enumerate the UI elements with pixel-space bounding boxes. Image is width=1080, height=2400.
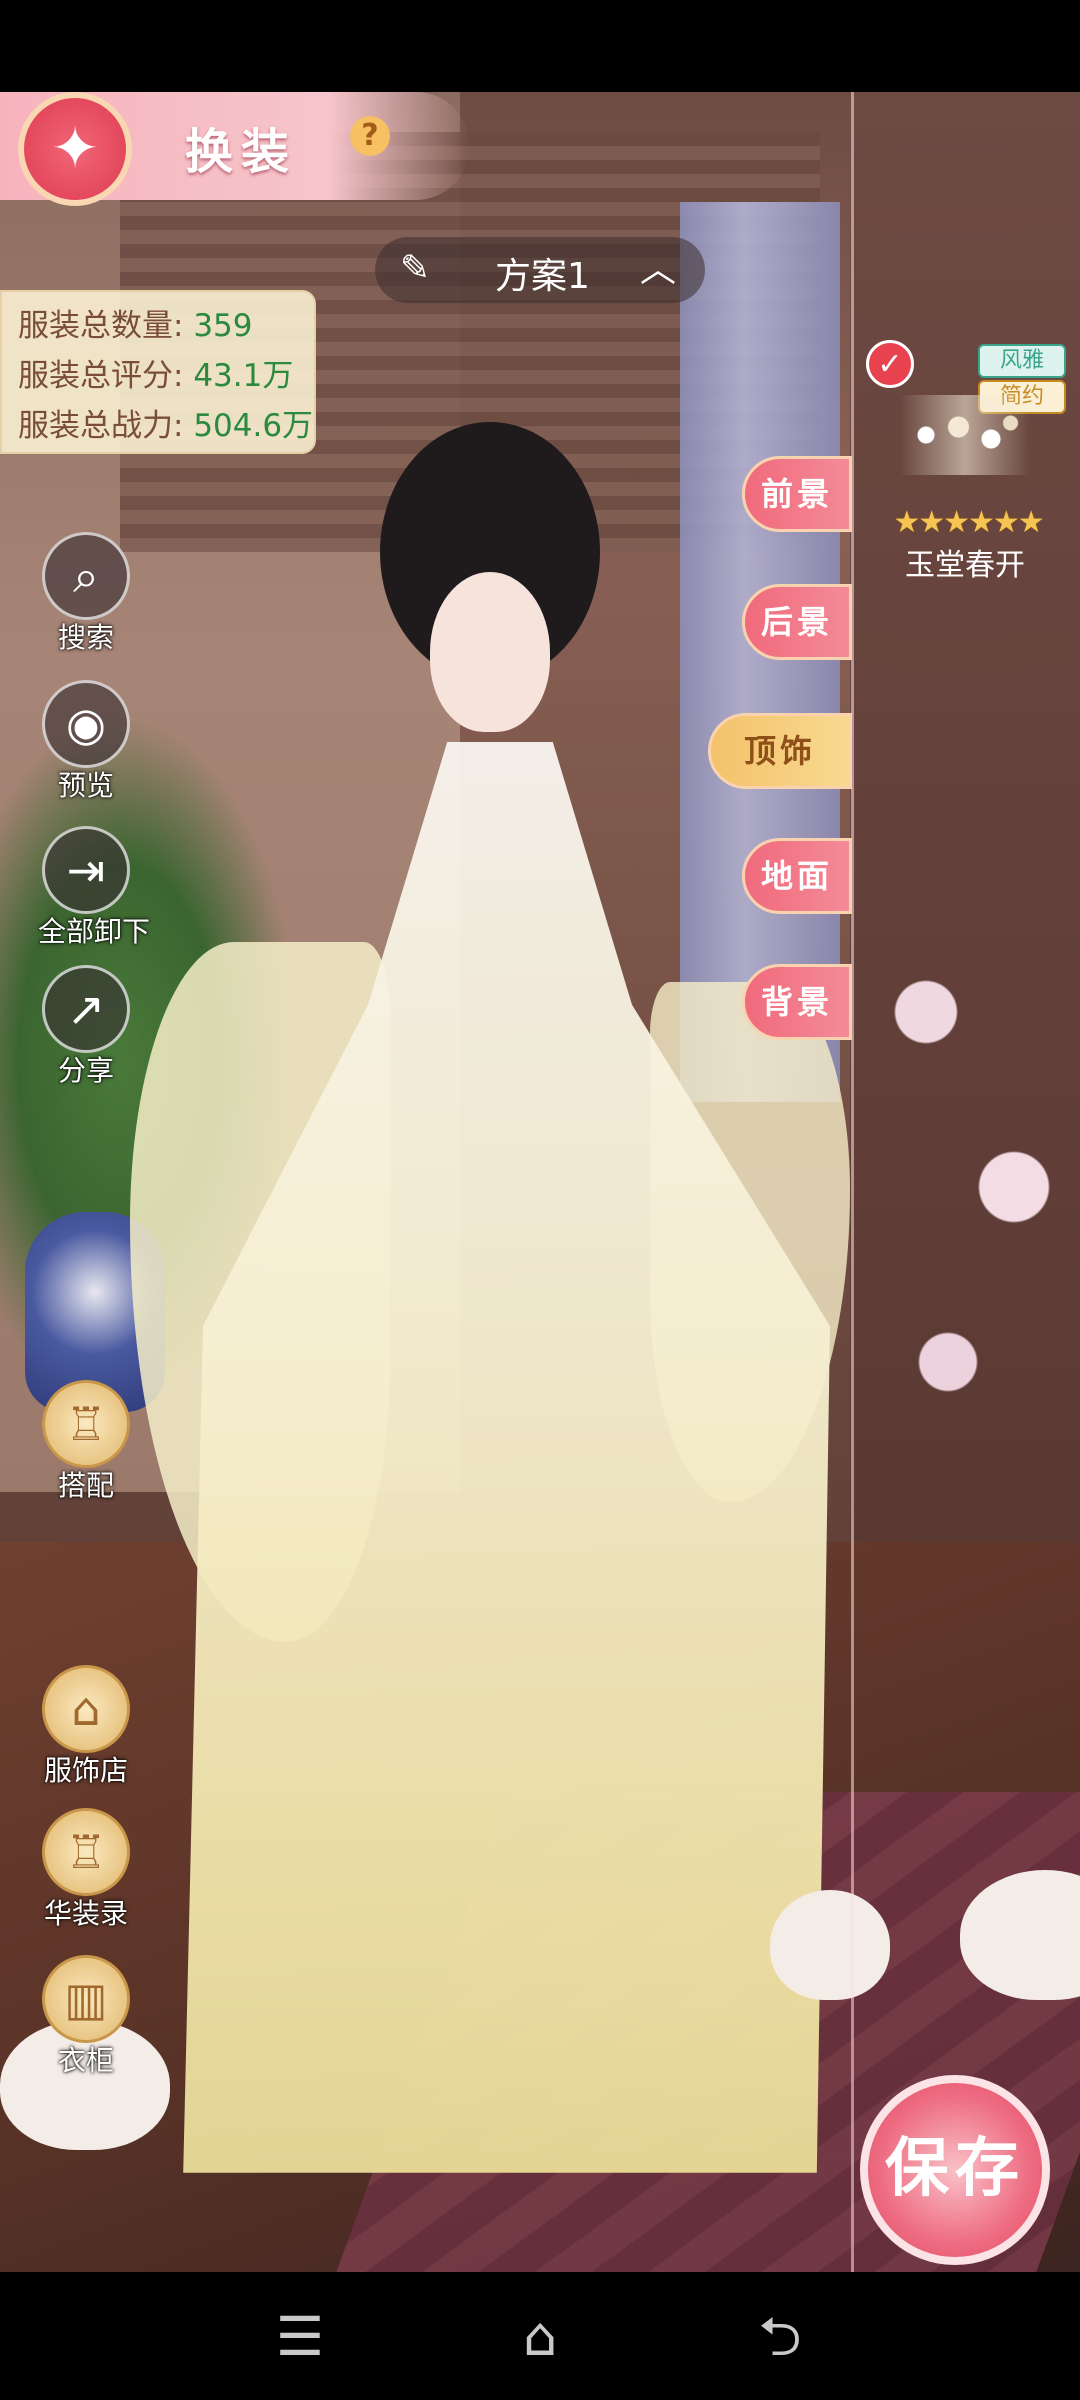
outfit-match-icon: ♖ <box>42 1380 130 1468</box>
stat-power-label: 服装总战力: <box>18 408 184 444</box>
magnolia-branches <box>860 872 1080 1572</box>
rabbit <box>770 1890 890 2000</box>
eye-icon: ◉ <box>42 680 130 768</box>
save-button[interactable]: 保存 <box>860 2075 1050 2265</box>
outfit-match-label: 搭配 <box>57 1469 114 1502</box>
wardrobe-icon: ▥ <box>42 1955 130 2043</box>
search-icon: ⌕ <box>42 532 130 620</box>
collection-icon: ♖ <box>42 1808 130 1896</box>
search-label: 搜索 <box>57 621 114 654</box>
share-icon: ↗ <box>42 965 130 1053</box>
selected-item-card[interactable]: ✓ 风雅 简约 ★★★★★★ 玉堂春开 <box>860 330 1070 590</box>
unequip-all-icon: ⇥ <box>42 826 130 914</box>
stat-power-value: 504.6万 <box>193 408 314 444</box>
back-icon: ✦ <box>50 114 100 182</box>
stat-score-value: 43.1万 <box>193 358 294 394</box>
style-tag: 风雅 <box>978 344 1066 378</box>
preview-button[interactable]: ◉ 预览 <box>38 680 134 804</box>
collection-label: 华装录 <box>43 1897 128 1930</box>
outfit-stats-panel: 服装总数量: 359 服装总评分: 43.1万 服装总战力: 504.6万 <box>0 290 316 454</box>
wardrobe-button[interactable]: ▥ 衣柜 <box>38 1955 134 2079</box>
stat-score: 服装总评分: 43.1万 <box>18 350 293 395</box>
system-nav-bar: ☰ ⌂ ⮌ <box>0 2272 1080 2400</box>
share-button[interactable]: ↗ 分享 <box>38 965 134 1089</box>
checkmark-icon: ✓ <box>866 340 914 388</box>
item-name: 玉堂春开 <box>905 548 1025 583</box>
shop-icon: ⌂ <box>42 1665 130 1753</box>
menu-icon[interactable]: ☰ <box>260 2302 340 2372</box>
back-nav-icon[interactable]: ⮌ <box>740 2302 820 2372</box>
unequip-all-button[interactable]: ⇥ 全部卸下 <box>38 826 151 950</box>
preview-label: 预览 <box>57 769 114 802</box>
star-rating: ★★★★★★ <box>893 505 1044 540</box>
tab-ground[interactable]: 地面 <box>742 838 852 914</box>
stat-count-value: 359 <box>193 308 253 344</box>
panel-divider <box>851 92 854 2272</box>
stat-count-label: 服装总数量: <box>18 308 184 344</box>
dressed-character[interactable] <box>130 422 850 2222</box>
page-title: 换装 <box>185 124 298 180</box>
plan-label: 方案1 <box>495 256 590 297</box>
tab-midground[interactable]: 后景 <box>742 584 852 660</box>
item-thumbnail <box>900 395 1030 475</box>
stat-count: 服装总数量: 359 <box>18 300 252 345</box>
status-bar <box>0 0 1080 92</box>
shop-button[interactable]: ⌂ 服饰店 <box>38 1665 134 1789</box>
tab-ceiling-decor[interactable]: 顶饰 <box>708 713 852 789</box>
shop-label: 服饰店 <box>43 1754 128 1787</box>
chevron-up-icon[interactable]: ︿ <box>635 247 681 293</box>
search-button[interactable]: ⌕ 搜索 <box>38 532 134 656</box>
outfit-match-button[interactable]: ♖ 搭配 <box>38 1380 134 1504</box>
stat-power: 服装总战力: 504.6万 <box>18 400 313 445</box>
tab-foreground[interactable]: 前景 <box>742 456 852 532</box>
face <box>430 572 550 732</box>
share-label: 分享 <box>57 1054 114 1087</box>
plan-selector[interactable]: ✎ 方案1 ︿ <box>375 237 705 303</box>
back-button[interactable]: ✦ <box>18 92 132 206</box>
help-button[interactable]: ? <box>350 116 390 156</box>
stat-score-label: 服装总评分: <box>18 358 184 394</box>
wardrobe-label: 衣柜 <box>57 2044 114 2077</box>
home-icon[interactable]: ⌂ <box>500 2302 580 2372</box>
tab-background[interactable]: 背景 <box>742 964 852 1040</box>
edit-icon[interactable]: ✎ <box>395 249 435 289</box>
unequip-all-label: 全部卸下 <box>38 915 151 948</box>
collection-button[interactable]: ♖ 华装录 <box>38 1808 134 1932</box>
